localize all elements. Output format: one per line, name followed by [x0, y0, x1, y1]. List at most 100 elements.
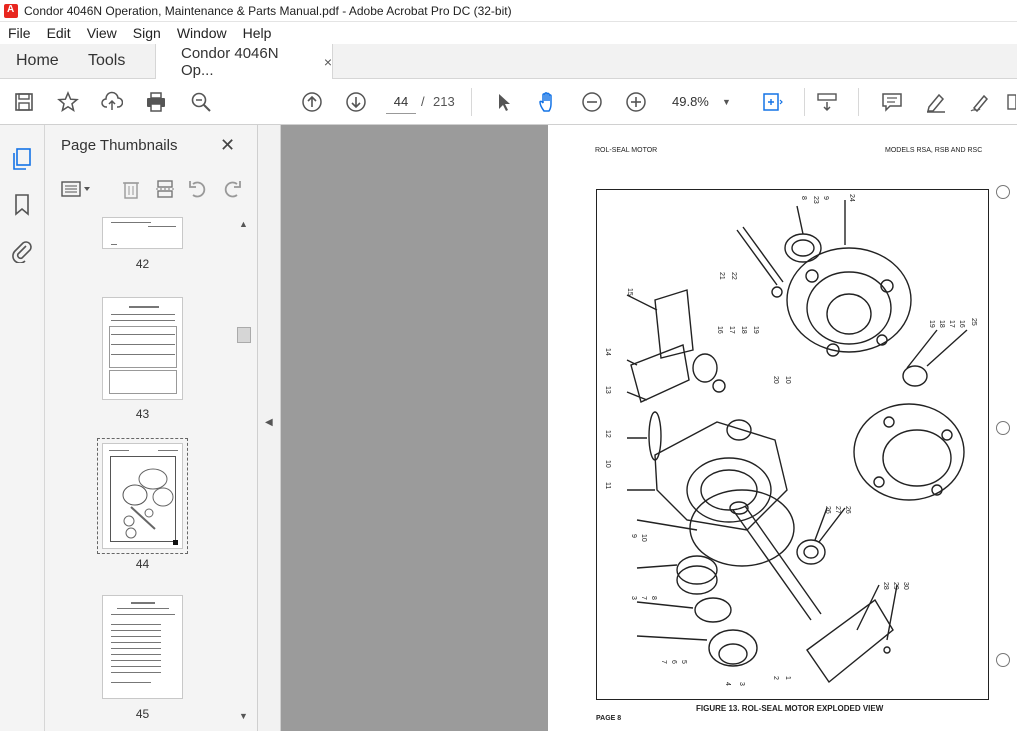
callout-label: 10: [604, 460, 611, 468]
text-line: [117, 608, 169, 609]
fit-page-icon[interactable]: [760, 90, 784, 114]
menu-window[interactable]: Window: [169, 25, 235, 41]
thumbnail-page-selected[interactable]: [97, 438, 188, 554]
rotate-left-icon[interactable]: [186, 177, 210, 201]
callout-label: 22: [730, 272, 737, 280]
scroll-down-icon[interactable]: ▼: [239, 711, 248, 721]
table-thumbnail: [109, 326, 177, 368]
thumbnail-label: 45: [135, 707, 150, 721]
scroll-mode-icon[interactable]: [815, 90, 839, 114]
punch-hole: [996, 185, 1010, 199]
thumbnail-label: 43: [135, 407, 150, 421]
panel-title: Page Thumbnails: [61, 137, 178, 154]
minus-circle-icon[interactable]: [580, 90, 604, 114]
menu-file[interactable]: File: [0, 25, 39, 41]
thumbnail-page[interactable]: [102, 595, 183, 699]
callout-label: 10: [784, 376, 791, 384]
page-thumbnails-icon[interactable]: [10, 147, 34, 171]
chevron-down-icon[interactable]: ▼: [722, 90, 731, 114]
arrow-up-circle-icon[interactable]: [300, 90, 324, 114]
title-bar: Condor 4046N Operation, Maintenance & Pa…: [0, 0, 1017, 22]
text-line: [109, 450, 129, 451]
collapse-left-icon[interactable]: ◀: [265, 417, 273, 428]
star-icon[interactable]: [56, 90, 80, 114]
close-tab-icon[interactable]: ×: [324, 54, 332, 70]
text-line: [111, 614, 175, 615]
left-navigation-rail: [0, 125, 45, 731]
scrollbar-thumb[interactable]: [237, 327, 251, 343]
save-icon[interactable]: [12, 90, 36, 114]
pdf-page: ROL-SEAL MOTOR MODELS RSA, RSB AND RSC 2…: [548, 125, 1017, 731]
text-line: [111, 222, 151, 223]
callout-label: 19: [752, 326, 759, 334]
menu-sign[interactable]: Sign: [125, 25, 169, 41]
cloud-upload-icon[interactable]: [100, 90, 124, 114]
callout-label: 3: [630, 596, 637, 600]
more-tools-icon[interactable]: [1004, 90, 1017, 114]
callout-label: 7: [660, 660, 667, 664]
arrow-down-circle-icon[interactable]: [344, 90, 368, 114]
printer-icon[interactable]: [144, 90, 168, 114]
delete-page-icon[interactable]: [119, 177, 143, 201]
window-title: Condor 4046N Operation, Maintenance & Pa…: [24, 3, 512, 18]
close-panel-icon[interactable]: ✕: [220, 135, 235, 156]
text-line: [148, 226, 176, 227]
callout-label: 1: [784, 676, 791, 680]
text-line: [129, 306, 159, 308]
exploded-view-drawing: [626, 200, 968, 684]
figure-frame: 24 23 9 8 21 22 15 16 17 18 19 14 20 10 …: [596, 189, 989, 700]
total-pages: 213: [433, 94, 455, 109]
callout-label: 14: [604, 348, 611, 356]
menu-edit[interactable]: Edit: [39, 25, 79, 41]
current-page-input[interactable]: 44: [386, 90, 416, 114]
menu-bar: File Edit View Sign Window Help: [0, 22, 1017, 44]
text-line: [111, 672, 161, 673]
zoom-search-icon[interactable]: [189, 90, 213, 114]
callout-label: 16: [716, 326, 723, 334]
document-viewport[interactable]: ◀ ROL-SEAL MOTOR MODELS RSA, RSB AND RSC: [258, 125, 1017, 731]
page-thumbnails-panel: Page Thumbnails ✕ 42 43 44 45 ▲ ▼: [45, 125, 258, 731]
tab-tools[interactable]: Tools: [88, 44, 125, 78]
tab-strip: Home Tools Condor 4046N Op... ×: [0, 44, 1017, 79]
callout-label: 29: [892, 582, 899, 590]
menu-view[interactable]: View: [79, 25, 125, 41]
text-line: [111, 630, 161, 631]
sign-pen-icon[interactable]: [968, 90, 992, 114]
plus-circle-icon[interactable]: [624, 90, 648, 114]
callout-label: 6: [670, 660, 677, 664]
text-line: [111, 666, 161, 667]
extract-pages-icon[interactable]: [153, 177, 177, 201]
thumbnail-marker: [173, 540, 178, 545]
menu-help[interactable]: Help: [235, 25, 280, 41]
tab-document[interactable]: Condor 4046N Op... ×: [155, 44, 333, 79]
page-header-left: ROL-SEAL MOTOR: [595, 147, 658, 154]
callout-label: 5: [680, 660, 687, 664]
callout-label: 9: [630, 534, 637, 538]
hand-icon[interactable]: [536, 90, 560, 114]
text-line: [111, 344, 175, 345]
collapse-panel-handle[interactable]: ◀: [258, 125, 281, 731]
page-separator: /: [421, 94, 425, 109]
text-line: [111, 314, 175, 315]
callout-label: 26: [844, 506, 851, 514]
thumbnail-page[interactable]: [102, 217, 183, 249]
cursor-arrow-icon[interactable]: [492, 90, 516, 114]
toolbar-divider: [471, 88, 472, 116]
callout-label: 23: [812, 196, 819, 204]
tab-home[interactable]: Home: [16, 44, 59, 78]
rotate-right-icon[interactable]: [220, 177, 244, 201]
text-line: [111, 682, 151, 683]
callout-label: 13: [604, 386, 611, 394]
scroll-up-icon[interactable]: ▲: [239, 219, 248, 229]
bookmarks-icon[interactable]: [10, 193, 34, 217]
thumbnail-scrollbar[interactable]: ▲ ▼: [236, 217, 252, 725]
thumbnail-options-icon[interactable]: [59, 177, 93, 201]
attachments-icon[interactable]: [10, 239, 34, 263]
comment-icon[interactable]: [880, 90, 904, 114]
text-line: [111, 642, 161, 643]
callout-label: 18: [740, 326, 747, 334]
text-line: [111, 244, 117, 245]
thumbnail-page[interactable]: [102, 297, 183, 400]
highlight-pen-icon[interactable]: [924, 90, 948, 114]
thumbnail-list[interactable]: 42 43 44 45: [45, 217, 258, 725]
